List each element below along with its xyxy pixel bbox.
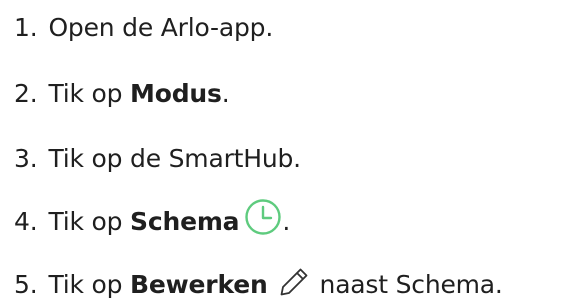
step-1: 1. Open de Arlo-app. (14, 8, 273, 48)
step-suffix: naast Schema. (319, 270, 503, 299)
step-number: 3. (14, 144, 38, 173)
step-number: 5. (14, 270, 38, 299)
clock-icon (244, 198, 282, 236)
step-bold-term: Modus (130, 79, 222, 108)
step-bold-term: Schema (130, 207, 240, 236)
step-suffix: . (221, 79, 230, 108)
step-prefix: Tik op (48, 270, 131, 299)
step-2: 2. Tik op Modus . (14, 74, 230, 114)
instruction-list: 1. Open de Arlo-app. 2. Tik op Modus . 3… (0, 0, 587, 308)
step-4: 4. Tik op Schema . (14, 199, 291, 242)
pencil-icon (278, 266, 310, 298)
step-5: 5. Tik op Bewerken naast Schema. (14, 265, 503, 305)
step-number: 1. (14, 13, 38, 42)
step-prefix: Tik op (48, 79, 131, 108)
step-suffix: . (282, 207, 291, 236)
step-prefix: Tik op (48, 207, 131, 236)
step-number: 4. (14, 207, 38, 236)
step-number: 2. (14, 79, 38, 108)
step-bold-term: Bewerken (130, 270, 268, 299)
step-text: Tik op de SmartHub. (48, 144, 301, 173)
step-text: Open de Arlo-app. (48, 13, 274, 42)
step-3: 3. Tik op de SmartHub. (14, 139, 301, 179)
